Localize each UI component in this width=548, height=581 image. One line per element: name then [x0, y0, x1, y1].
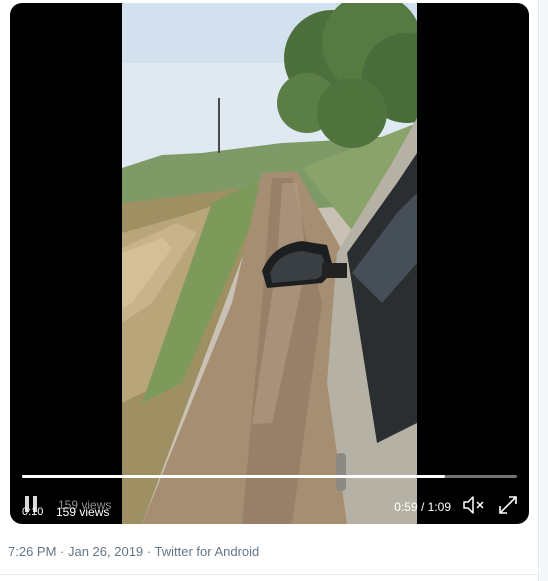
timeline-border: [538, 0, 539, 581]
tweet-meta: 7:26 PM · Jan 26, 2019 · Twitter for And…: [8, 544, 259, 559]
tweet-date[interactable]: Jan 26, 2019: [68, 544, 143, 559]
muted-speaker-icon[interactable]: [462, 494, 486, 516]
meta-separator: ·: [56, 544, 68, 559]
divider: [0, 574, 538, 575]
meta-separator: ·: [143, 544, 155, 559]
scroll-gutter: [540, 0, 548, 581]
time-separator: /: [417, 500, 428, 514]
time-display: 0:59 / 1:09: [394, 500, 451, 514]
video-still-image: [122, 3, 417, 524]
view-count: 159 views: [56, 505, 110, 519]
current-time: 0:59: [394, 500, 418, 514]
video-controls: 0:10 159 views 159 views 0:59 / 1:09: [10, 485, 529, 524]
video-frame[interactable]: [122, 3, 417, 524]
tweet-time[interactable]: 7:26 PM: [8, 544, 56, 559]
expand-icon[interactable]: [497, 494, 519, 516]
progress-bar[interactable]: [22, 475, 517, 478]
duration: 1:09: [427, 500, 451, 514]
tweet-source[interactable]: Twitter for Android: [155, 544, 260, 559]
video-player[interactable]: 0:10 159 views 159 views 0:59 / 1:09: [10, 3, 529, 524]
progress-bar-fill: [22, 475, 446, 478]
elapsed-time: 0:10: [22, 506, 44, 518]
